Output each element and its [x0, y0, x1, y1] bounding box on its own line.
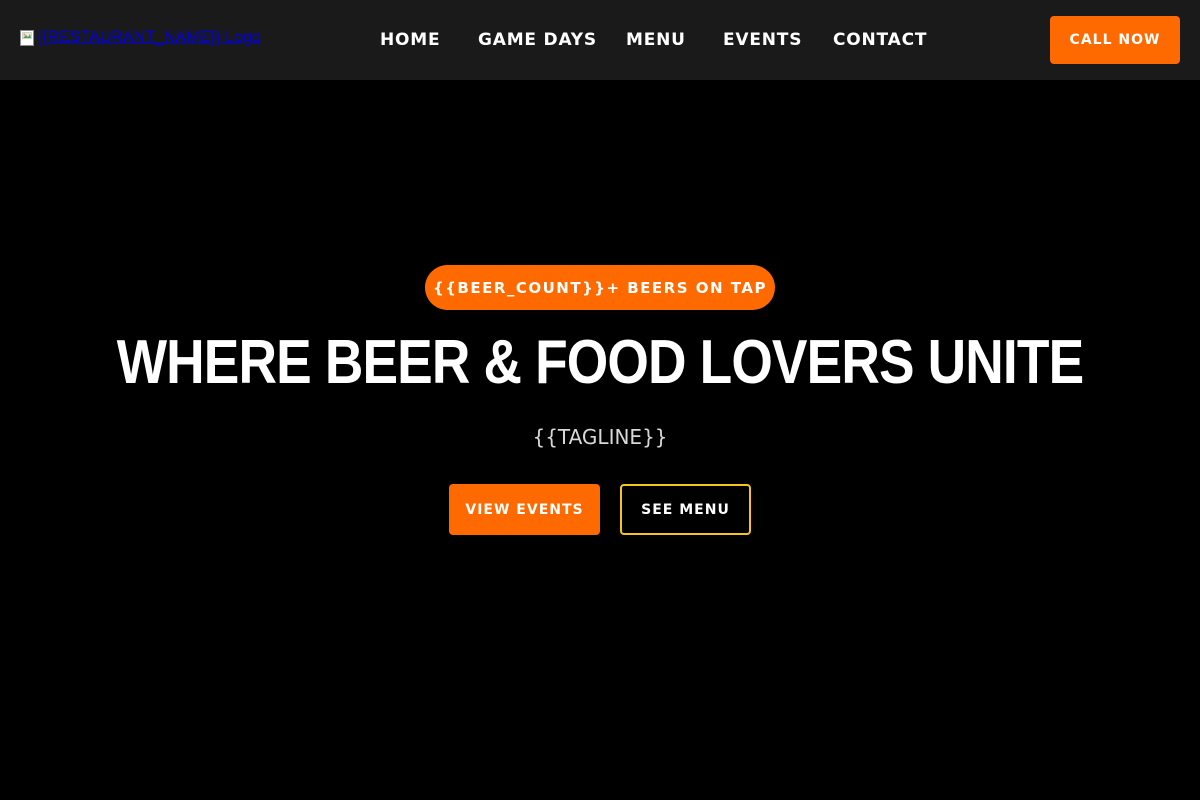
nav-home[interactable]: HOME [380, 29, 440, 51]
broken-image-icon [20, 30, 36, 46]
hero-tagline: {{TAGLINE}} [532, 425, 668, 449]
view-events-button[interactable]: VIEW EVENTS [449, 484, 600, 535]
logo-link[interactable]: {{RESTAURANT_NAME}} Logo [20, 28, 261, 48]
site-header: {{RESTAURANT_NAME}} Logo HOME GAME DAYS … [0, 0, 1200, 80]
beers-on-tap-badge: {{BEER_COUNT}}+ BEERS ON TAP [425, 265, 775, 310]
call-now-button[interactable]: CALL NOW [1050, 16, 1180, 64]
hero-headline: WHERE BEER & FOOD LOVERS UNITE [116, 328, 1084, 397]
nav-contact[interactable]: CONTACT [833, 29, 927, 51]
nav-events[interactable]: EVENTS [723, 29, 802, 51]
nav-menu[interactable]: MENU [626, 29, 686, 51]
hero-section: {{BEER_COUNT}}+ BEERS ON TAP WHERE BEER … [0, 80, 1200, 800]
see-menu-button[interactable]: SEE MENU [620, 484, 751, 535]
logo-alt-text: {{RESTAURANT_NAME}} Logo [37, 29, 261, 46]
nav-game-days[interactable]: GAME DAYS [478, 29, 597, 51]
